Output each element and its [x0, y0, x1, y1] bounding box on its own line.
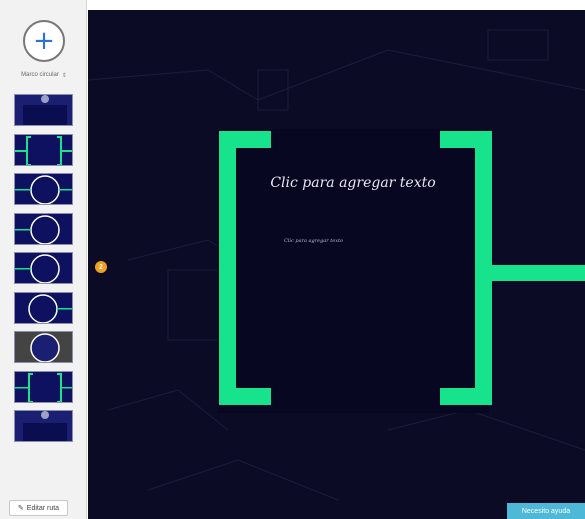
thumbnail-graphic: [15, 134, 72, 165]
thumbnail-topic-3[interactable]: [14, 212, 73, 245]
thumbnail-graphic: [15, 332, 72, 362]
sidebar: + Marco circular ⇕ ✎ Editar ruta: [0, 0, 87, 519]
thumbnail-graphic: [15, 213, 72, 244]
thumbnail-topic-4[interactable]: [14, 252, 73, 284]
title-placeholder[interactable]: Clic para agregar texto: [238, 175, 468, 191]
add-topic-button[interactable]: +: [23, 20, 65, 62]
connector-line: [488, 265, 585, 281]
thumbnail-graphic: [15, 292, 72, 323]
plus-icon: +: [33, 26, 55, 56]
left-bracket-frame: [219, 131, 271, 405]
thumbnail-topic-6[interactable]: [14, 331, 73, 363]
thumbnail-graphic: [15, 253, 72, 283]
thumbnail-graphic: [15, 174, 72, 204]
edit-path-button[interactable]: ✎ Editar ruta: [9, 500, 68, 516]
thumbnail-graphic: [15, 95, 72, 125]
body-placeholder[interactable]: Clic para agregar texto: [284, 238, 343, 244]
pencil-icon: ✎: [17, 505, 24, 512]
thumbnail-topic-2[interactable]: [14, 173, 73, 205]
canvas[interactable]: Clic para agregar texto Clic para agrega…: [88, 10, 585, 519]
thumbnail-graphic: [15, 411, 72, 441]
thumbnail-topic-7[interactable]: [14, 370, 73, 403]
layout-select-value: Marco circular: [21, 72, 59, 78]
thumbnail-topic-5[interactable]: [14, 291, 73, 324]
chevron-up-down-icon: ⇕: [61, 72, 67, 79]
thumbnail-topic-1[interactable]: [14, 133, 73, 166]
thumbnail-overview[interactable]: [14, 94, 73, 126]
edit-path-label: Editar ruta: [26, 504, 60, 512]
help-button[interactable]: Necesito ayuda: [507, 503, 585, 519]
slide-thumbnails: [14, 94, 74, 450]
thumbnail-graphic: [15, 371, 72, 402]
layout-select[interactable]: Marco circular ⇕: [9, 69, 79, 81]
path-step-badge[interactable]: 2: [95, 261, 107, 273]
right-bracket-frame: [440, 131, 492, 405]
prezi-editor: + Marco circular ⇕ ✎ Editar ruta Clic pa…: [0, 0, 585, 519]
thumbnail-end[interactable]: [14, 410, 73, 442]
